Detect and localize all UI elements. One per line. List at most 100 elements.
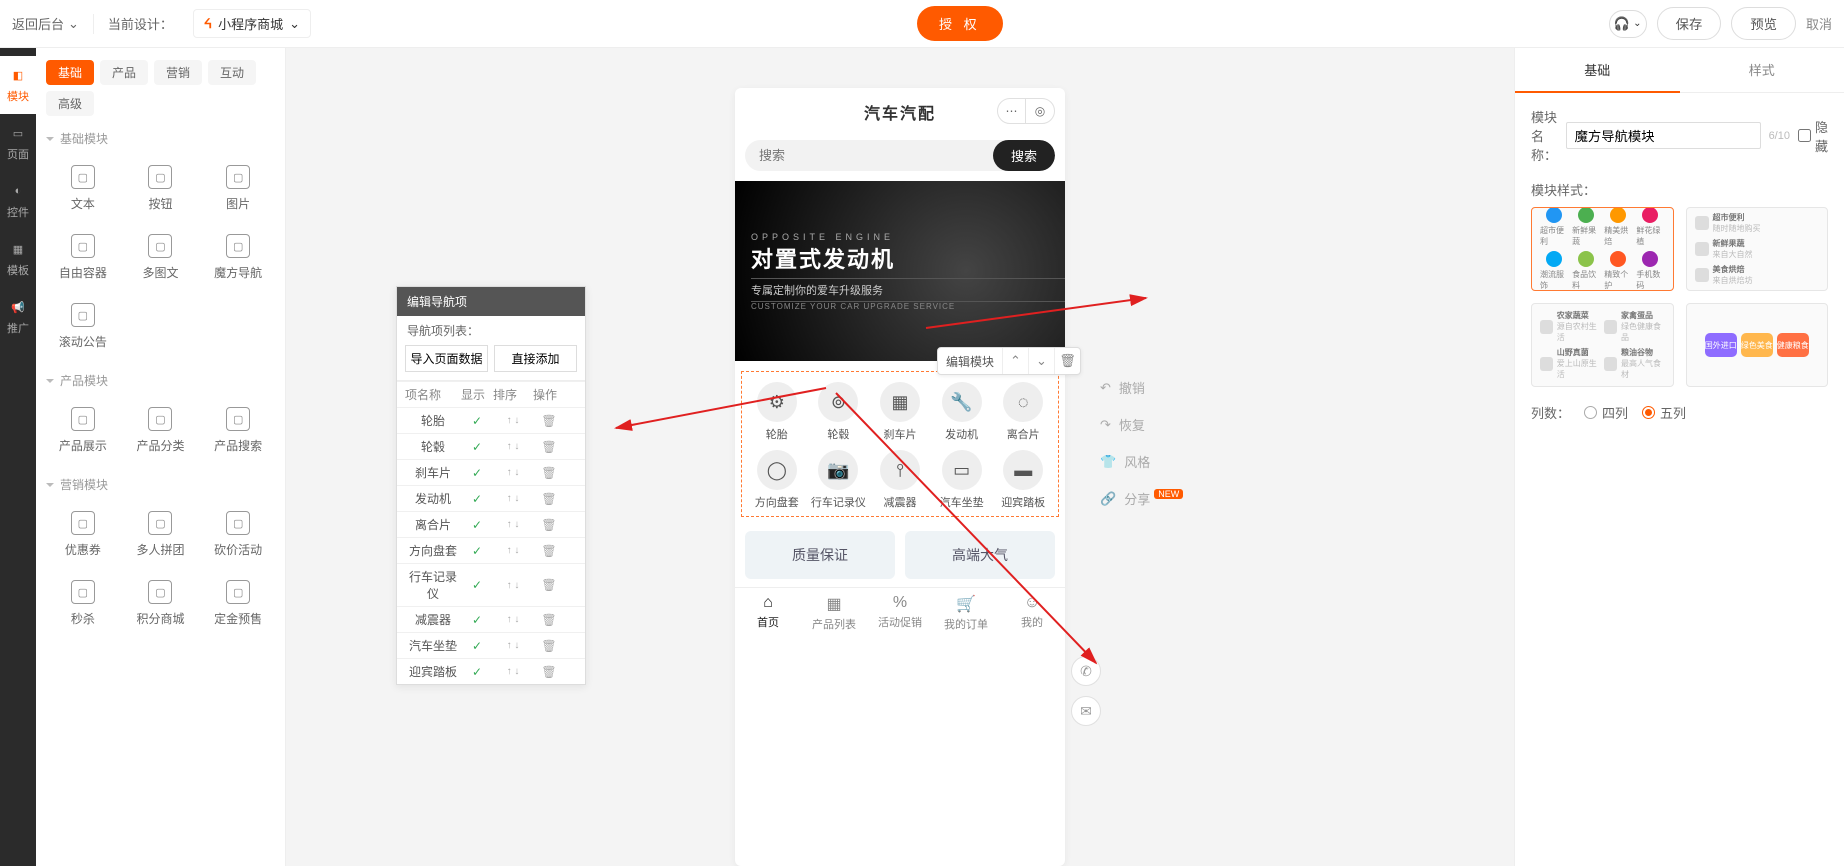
preview-button[interactable]: 预览: [1731, 7, 1796, 40]
import-page-data-button[interactable]: 导入页面数据: [405, 345, 488, 372]
nav-grid-item[interactable]: ◯ 方向盘套: [746, 450, 808, 510]
sort-arrows[interactable]: ↑ ↓: [493, 441, 533, 452]
sort-arrows[interactable]: ↑ ↓: [493, 415, 533, 426]
prop-tab-style[interactable]: 样式: [1680, 48, 1844, 93]
check-icon[interactable]: ✓: [461, 414, 493, 428]
nav-grid-item[interactable]: 🔧 发动机: [931, 382, 993, 442]
module-name-input[interactable]: [1566, 122, 1761, 149]
palette-item[interactable]: ▢ 多人拼团: [124, 503, 198, 566]
palette-item[interactable]: ▢ 文本: [46, 157, 120, 220]
palette-item[interactable]: ▢ 定金预售: [201, 572, 275, 635]
tabbar-item-3[interactable]: 🛒 我的订单: [933, 588, 999, 640]
float-wechat-icon[interactable]: ✉: [1071, 696, 1101, 726]
feature-card-2[interactable]: 高端大气: [905, 531, 1055, 579]
sort-arrows[interactable]: ↑ ↓: [493, 666, 533, 677]
sort-arrows[interactable]: ↑ ↓: [493, 545, 533, 556]
nav-grid-item[interactable]: ▦ 刹车片: [869, 382, 931, 442]
trash-icon[interactable]: 🗑: [533, 665, 565, 679]
sort-arrows[interactable]: ↑ ↓: [493, 493, 533, 504]
palette-tab-1[interactable]: 产品: [100, 60, 148, 85]
palette-item[interactable]: ▢ 优惠券: [46, 503, 120, 566]
nav-grid-item[interactable]: ▬ 迎宾踏板: [992, 450, 1054, 510]
sort-arrows[interactable]: ↑ ↓: [493, 640, 533, 651]
check-icon[interactable]: ✓: [461, 492, 493, 506]
back-link[interactable]: 返回后台 ⌄: [12, 14, 79, 33]
tabbar-item-0[interactable]: ⌂ 首页: [735, 588, 801, 640]
capsule-target-icon[interactable]: ◎: [1026, 99, 1054, 123]
check-icon[interactable]: ✓: [461, 466, 493, 480]
search-input[interactable]: [745, 140, 993, 171]
nav-grid-item[interactable]: ◌ 离合片: [992, 382, 1054, 442]
share-button[interactable]: 🔗分享NEW: [1100, 489, 1183, 508]
check-icon[interactable]: ✓: [461, 639, 493, 653]
cols-radio-4[interactable]: 四列: [1584, 403, 1628, 422]
check-icon[interactable]: ✓: [461, 518, 493, 532]
save-button[interactable]: 保存: [1657, 7, 1722, 40]
palette-item[interactable]: ▢ 砍价活动: [201, 503, 275, 566]
style-button[interactable]: 👕风格: [1100, 452, 1183, 471]
palette-item[interactable]: ▢ 滚动公告: [46, 295, 120, 358]
support-button[interactable]: 🎧 ⌄: [1609, 10, 1647, 38]
trash-icon[interactable]: 🗑: [533, 518, 565, 532]
palette-item[interactable]: ▢ 多图文: [124, 226, 198, 289]
trash-icon[interactable]: 🗑: [533, 492, 565, 506]
trash-icon[interactable]: 🗑: [533, 440, 565, 454]
design-select[interactable]: ᔦ 小程序商城 ⌄: [193, 9, 311, 38]
trash-icon[interactable]: 🗑: [533, 578, 565, 592]
float-phone-icon[interactable]: ✆: [1071, 656, 1101, 686]
tabbar-item-1[interactable]: ▦ 产品列表: [801, 588, 867, 640]
feature-card-1[interactable]: 质量保证: [745, 531, 895, 579]
style-card-list-2col[interactable]: 农家蔬菜源自农村生活家禽蛋品绿色健康食品山野真菌爱上山原生活粮油谷物最高人气食材: [1531, 303, 1674, 387]
palette-item[interactable]: ▢ 产品展示: [46, 399, 120, 462]
palette-item[interactable]: ▢ 按钮: [124, 157, 198, 220]
trash-icon[interactable]: 🗑: [533, 466, 565, 480]
rail-item-1[interactable]: ▭ 页面: [0, 114, 36, 172]
rail-item-3[interactable]: ▦ 模板: [0, 230, 36, 288]
palette-tab-3[interactable]: 互动: [208, 60, 256, 85]
add-directly-button[interactable]: 直接添加: [494, 345, 577, 372]
check-icon[interactable]: ✓: [461, 578, 493, 592]
prop-tab-basic[interactable]: 基础: [1515, 48, 1680, 93]
style-card-list-right[interactable]: 超市便利随时随地购买新鲜果蔬来自大自然美食烘焙来自烘焙坊: [1686, 207, 1829, 291]
authorize-button[interactable]: 授 权: [917, 6, 1003, 41]
cancel-link[interactable]: 取消: [1806, 14, 1832, 33]
check-icon[interactable]: ✓: [461, 544, 493, 558]
move-up-icon[interactable]: ⌃: [1002, 348, 1028, 374]
palette-item[interactable]: ▢ 秒杀: [46, 572, 120, 635]
capsule-more-icon[interactable]: ⋯: [998, 99, 1026, 123]
hide-checkbox[interactable]: 隐藏: [1798, 117, 1828, 155]
palette-tab-2[interactable]: 营销: [154, 60, 202, 85]
trash-icon[interactable]: 🗑: [533, 639, 565, 653]
style-card-icon-grid[interactable]: 超市便利新鲜果蔬精美烘焙鲜花绿植潮流服饰食品饮料精致个护手机数码: [1531, 207, 1674, 291]
nav-grid-item[interactable]: ⊚ 轮毂: [808, 382, 870, 442]
sort-arrows[interactable]: ↑ ↓: [493, 467, 533, 478]
check-icon[interactable]: ✓: [461, 665, 493, 679]
nav-grid-item[interactable]: ⚙ 轮胎: [746, 382, 808, 442]
palette-tab-0[interactable]: 基础: [46, 60, 94, 85]
palette-item[interactable]: ▢ 积分商城: [124, 572, 198, 635]
search-button[interactable]: 搜索: [993, 140, 1055, 171]
nav-grid-module[interactable]: ⚙ 轮胎 ⊚ 轮毂 ▦ 刹车片 🔧 发动机 ◌ 离合片 ◯ 方向盘套 📷 行车记…: [741, 371, 1059, 517]
rail-item-2[interactable]: ◐ 控件: [0, 172, 36, 230]
rail-item-4[interactable]: 📢 推广: [0, 288, 36, 346]
nav-grid-item[interactable]: ⫯ 减震器: [869, 450, 931, 510]
palette-item[interactable]: ▢ 自由容器: [46, 226, 120, 289]
style-card-pills[interactable]: 国外进口绿色美食健康粮食: [1686, 303, 1829, 387]
phone-banner[interactable]: OPPOSITE ENGINE 对置式发动机 专属定制你的爱车升级服务 CUST…: [735, 181, 1065, 361]
delete-icon[interactable]: 🗑: [1054, 348, 1080, 374]
nav-grid-item[interactable]: 📷 行车记录仪: [808, 450, 870, 510]
tabbar-item-2[interactable]: % 活动促销: [867, 588, 933, 640]
move-down-icon[interactable]: ⌄: [1028, 348, 1054, 374]
trash-icon[interactable]: 🗑: [533, 544, 565, 558]
trash-icon[interactable]: 🗑: [533, 613, 565, 627]
rail-item-0[interactable]: ◧ 模块: [0, 56, 36, 114]
sort-arrows[interactable]: ↑ ↓: [493, 580, 533, 591]
sort-arrows[interactable]: ↑ ↓: [493, 614, 533, 625]
check-icon[interactable]: ✓: [461, 613, 493, 627]
trash-icon[interactable]: 🗑: [533, 414, 565, 428]
palette-item[interactable]: ▢ 魔方导航: [201, 226, 275, 289]
palette-item[interactable]: ▢ 产品搜索: [201, 399, 275, 462]
nav-grid-item[interactable]: ▭ 汽车坐垫: [931, 450, 993, 510]
tabbar-item-4[interactable]: ☺ 我的: [999, 588, 1065, 640]
palette-item[interactable]: ▢ 图片: [201, 157, 275, 220]
